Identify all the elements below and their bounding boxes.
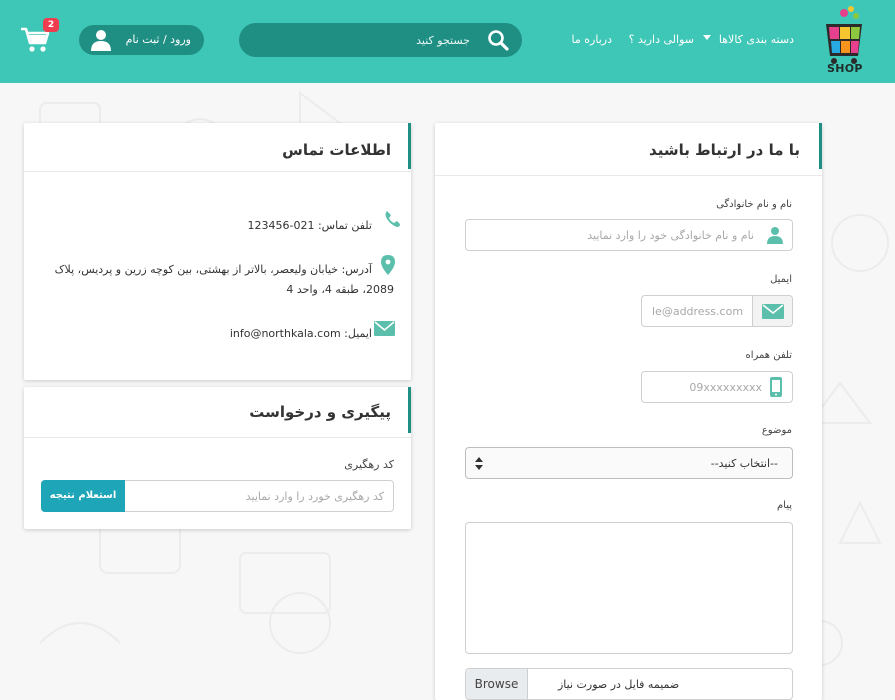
- envelope-icon: [762, 304, 784, 319]
- phone-label: تلفن همراه: [745, 350, 792, 361]
- contact-email-label: ایمیل:: [344, 327, 372, 340]
- tracking-title: پیگیری و درخواست: [249, 403, 391, 421]
- mobile-phone-icon: [770, 377, 782, 397]
- contact-phone: تلفن تماس: 021-123456: [247, 219, 372, 232]
- site-header: SHOP دسته بندی کالاها سوالی دارید ؟ دربا…: [0, 0, 895, 83]
- login-register-label: ورود / ثبت نام: [125, 33, 191, 46]
- phone-field[interactable]: [652, 372, 762, 402]
- user-icon: [767, 227, 783, 244]
- tracking-input-group: استعلام نتیجه: [41, 480, 394, 512]
- nav-question[interactable]: سوالی دارید ؟: [629, 33, 694, 46]
- phone-field-group: [641, 371, 793, 403]
- phone-icon: [385, 211, 400, 227]
- tracking-code-label: کد رهگیری: [344, 458, 394, 471]
- email-addon: [752, 296, 792, 326]
- divider: [435, 175, 822, 176]
- nav-categories[interactable]: دسته بندی کالاها: [719, 33, 794, 46]
- contact-email-value: info@northkala.com: [229, 327, 341, 340]
- cart-count-badge: 2: [43, 18, 59, 32]
- envelope-icon: [374, 321, 395, 336]
- contact-phone-value: 021-123456: [247, 219, 315, 232]
- divider: [24, 171, 411, 172]
- contact-info-title: اطلاعات تماس: [282, 141, 391, 159]
- tracking-code-input[interactable]: [126, 481, 384, 511]
- chevron-down-icon[interactable]: [703, 35, 711, 40]
- contact-info-card: اطلاعات تماس تلفن تماس: 021-123456 آدرس:…: [24, 123, 411, 380]
- name-label: نام و نام خانوادگی: [716, 199, 792, 210]
- subject-label: موضوع: [761, 425, 792, 436]
- location-pin-icon: [381, 255, 395, 275]
- email-label: ایمیل: [770, 274, 792, 285]
- card-accent: [819, 123, 822, 169]
- contact-email: ایمیل: info@northkala.com: [230, 327, 372, 340]
- contact-address-line1: آدرس: خیابان ولیعصر، بالاتر از بهشتی، بی…: [54, 263, 372, 276]
- subject-select-value: --انتخاب کنید--: [710, 457, 778, 470]
- message-label: پیام: [776, 500, 792, 511]
- card-accent: [408, 123, 411, 169]
- tracking-submit-button[interactable]: استعلام نتیجه: [41, 480, 125, 512]
- name-field[interactable]: [474, 220, 754, 250]
- name-field-group: [465, 219, 793, 251]
- logo-text: SHOP: [827, 62, 863, 75]
- file-upload-field[interactable]: Browse ضمیمه فایل در صورت نیاز: [465, 668, 793, 700]
- email-field[interactable]: [652, 296, 752, 326]
- contact-form-title: با ما در ارتباط باشید: [649, 141, 800, 159]
- email-field-group: [641, 295, 793, 327]
- select-arrows-icon: [475, 457, 483, 470]
- nav-about[interactable]: درباره ما: [572, 33, 612, 46]
- search-bar: [239, 23, 522, 57]
- tracking-card: پیگیری و درخواست کد رهگیری استعلام نتیجه: [24, 387, 411, 529]
- user-icon: [91, 30, 111, 51]
- divider: [24, 437, 411, 438]
- subject-select[interactable]: --انتخاب کنید--: [465, 447, 793, 479]
- search-input[interactable]: [270, 23, 470, 57]
- file-upload-label: ضمیمه فایل در صورت نیاز: [558, 678, 680, 691]
- contact-form-card: با ما در ارتباط باشید نام و نام خانوادگی…: [435, 123, 822, 700]
- contact-address-line2: 2089، طبقه 4، واحد 4: [286, 283, 394, 296]
- message-textarea[interactable]: [465, 522, 793, 654]
- contact-phone-label: تلفن تماس:: [317, 219, 372, 232]
- card-accent: [408, 387, 411, 433]
- browse-button[interactable]: Browse: [466, 669, 528, 699]
- search-icon[interactable]: [486, 28, 510, 52]
